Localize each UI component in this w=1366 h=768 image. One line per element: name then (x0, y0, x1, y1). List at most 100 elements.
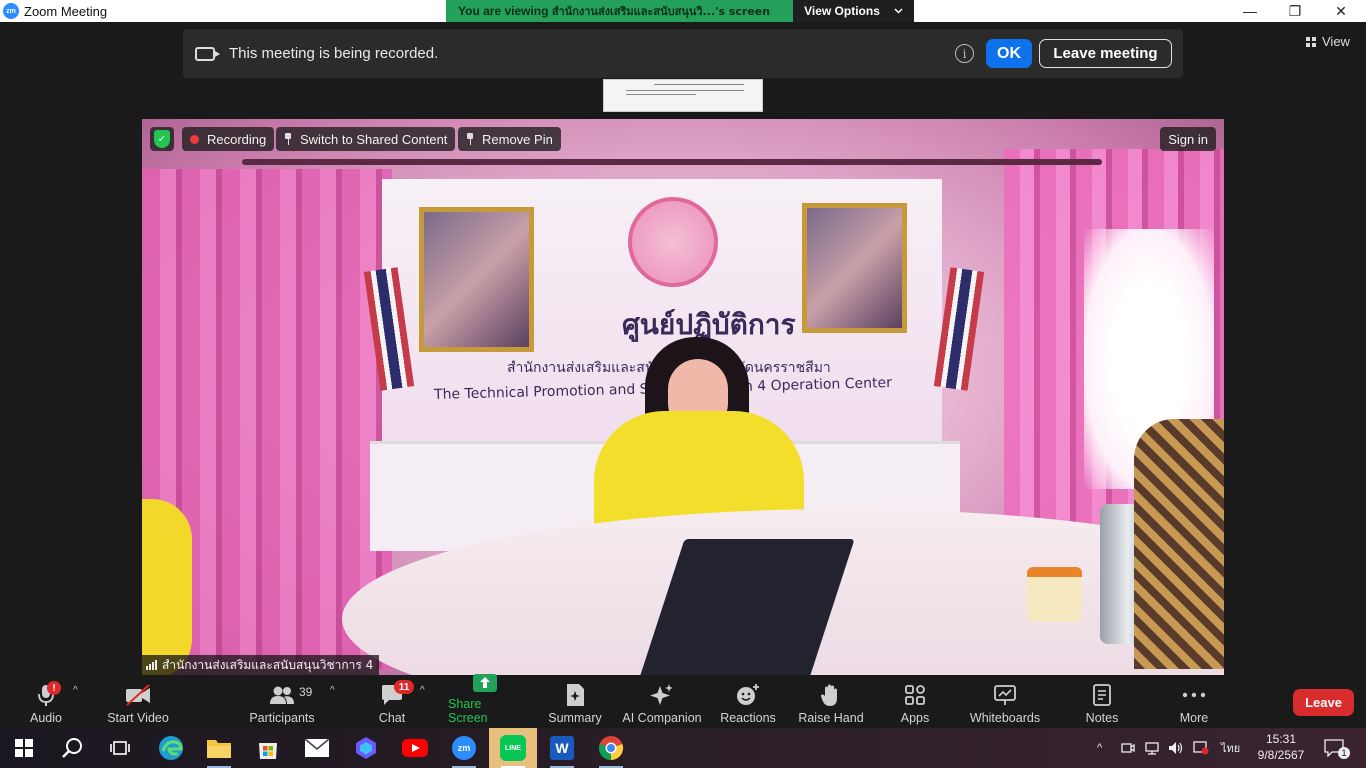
curtain-rod (242, 159, 1102, 165)
audio-button[interactable]: ! Audio (24, 679, 68, 725)
tray-webcam-icon[interactable] (1121, 728, 1135, 768)
audio-options-caret-icon[interactable]: ^ (73, 685, 78, 696)
recording-label: Recording (207, 131, 267, 147)
summary-label: Summary (548, 711, 602, 725)
notifications-icon[interactable]: 1 (1324, 728, 1350, 768)
more-label: More (1179, 711, 1209, 725)
participants-icon (270, 686, 294, 704)
recording-message: This meeting is being recorded. (229, 45, 439, 62)
notes-button[interactable]: Notes (1080, 679, 1124, 725)
recording-dot-icon (190, 134, 199, 144)
summary-icon (567, 684, 584, 706)
more-dots-icon (1182, 692, 1206, 698)
jar (1027, 567, 1082, 622)
zoom-icon[interactable]: zm (440, 728, 488, 768)
view-options-label: View Options (804, 4, 880, 18)
whiteboard-icon (994, 685, 1016, 705)
ai-companion-sparkle-icon (650, 684, 673, 705)
chat-label: Chat (378, 711, 406, 725)
mail-icon[interactable] (293, 728, 341, 768)
title-bar: zm Zoom Meeting You are viewing สำนักงาน… (0, 0, 1366, 22)
view-label: View (1322, 34, 1350, 49)
ok-button[interactable]: OK (986, 39, 1032, 68)
emblem-seal (628, 197, 718, 287)
chat-unread-badge: 11 (394, 680, 414, 694)
remove-pin-button[interactable]: Remove Pin (458, 127, 561, 151)
edge-icon[interactable] (147, 728, 195, 768)
network-icon[interactable] (1145, 728, 1161, 768)
apps-label: Apps (900, 711, 930, 725)
pinned-video[interactable]: ศูนย์ปฏิบัติการ สำนักงานส่งเสริมและสนั..… (142, 119, 1224, 675)
close-button[interactable]: ✕ (1318, 0, 1364, 22)
apps-button[interactable]: Apps (895, 679, 935, 725)
word-logo-icon: W (550, 736, 574, 760)
recording-indicator[interactable]: Recording (182, 127, 275, 151)
more-button[interactable]: More (1172, 679, 1216, 725)
chevron-down-icon (894, 8, 903, 14)
apps-icon (905, 685, 925, 705)
copilot-icon[interactable] (342, 728, 390, 768)
taskbar-clock[interactable]: 15:31 9/8/2567 (1252, 731, 1310, 763)
minimize-button[interactable]: — (1227, 0, 1273, 22)
start-video-button[interactable]: Start Video (104, 679, 172, 725)
zoom-logo-icon: zm (452, 736, 476, 760)
share-screen-button[interactable]: Share Screen (448, 674, 522, 725)
restore-button[interactable]: ❐ (1272, 0, 1318, 22)
file-explorer-icon[interactable] (195, 728, 243, 768)
portrait-left (419, 207, 534, 352)
word-icon[interactable]: W (538, 728, 586, 768)
task-view-icon[interactable] (96, 728, 144, 768)
tray-app-icon[interactable] (1193, 728, 1209, 768)
video-camera-icon (195, 46, 220, 61)
shared-screen-thumbnail[interactable] (603, 79, 763, 112)
notes-label: Notes (1085, 711, 1119, 725)
share-status-text: You are viewing สำนักงานส่งเสริมและสนับส… (446, 0, 793, 22)
clock-date: 9/8/2567 (1257, 748, 1305, 762)
participants-options-caret-icon[interactable]: ^ (330, 685, 335, 696)
summary-button[interactable]: Summary (545, 679, 605, 725)
line-logo-icon: LINE (500, 735, 526, 761)
raise-hand-label: Raise Hand (798, 711, 864, 725)
windows-taskbar: zm LINE W ^ ไทย 15:31 9/8/2567 1 (0, 728, 1366, 768)
share-screen-label: Share Screen (448, 697, 488, 725)
person-right-edge (1134, 419, 1224, 669)
pin-icon (466, 133, 474, 145)
view-button[interactable]: View (1306, 34, 1350, 49)
participants-button[interactable]: 39 Participants (248, 679, 316, 725)
grid-view-icon (1306, 36, 1316, 47)
clock-time: 15:31 (1265, 732, 1297, 746)
chat-options-caret-icon[interactable]: ^ (420, 685, 425, 696)
meeting-toolbar: ! Audio ^ Start Video 39 Participants ^ … (0, 674, 1366, 728)
reactions-button[interactable]: Reactions (718, 679, 778, 725)
portrait-right (802, 203, 907, 333)
ai-companion-button[interactable]: AI Companion (621, 679, 703, 725)
encryption-badge[interactable]: ✓ (150, 127, 174, 151)
microsoft-store-icon[interactable] (244, 728, 292, 768)
leave-meeting-button[interactable]: Leave meeting (1039, 39, 1172, 68)
switch-to-shared-content-button[interactable]: Switch to Shared Content (276, 127, 456, 151)
video-off-icon (126, 684, 150, 706)
raise-hand-button[interactable]: Raise Hand (797, 679, 865, 725)
reactions-label: Reactions (720, 711, 776, 725)
line-icon[interactable]: LINE (489, 728, 537, 768)
chat-button[interactable]: 11 Chat (372, 679, 414, 725)
youtube-icon[interactable] (391, 728, 439, 768)
view-options-button[interactable]: View Options (793, 0, 914, 22)
info-icon[interactable]: i (955, 44, 974, 63)
leave-button[interactable]: Leave (1293, 689, 1354, 716)
tray-chevron-icon[interactable]: ^ (1097, 728, 1102, 768)
switch-shared-label: Switch to Shared Content (300, 131, 448, 147)
participant-name: สำนักงานส่งเสริมและสนับสนุนวิชาการ 4 (162, 657, 374, 672)
screen-share-banner: You are viewing สำนักงานส่งเสริมและสนับส… (446, 0, 914, 22)
notification-count: 1 (1338, 747, 1350, 759)
input-language-indicator[interactable]: ไทย (1221, 728, 1240, 768)
participants-label: Participants (249, 711, 315, 725)
volume-icon[interactable] (1168, 728, 1184, 768)
sign-in-button[interactable]: Sign in (1160, 127, 1216, 151)
start-icon[interactable] (0, 728, 48, 768)
whiteboards-button[interactable]: Whiteboards (967, 679, 1043, 725)
audio-alert-badge: ! (47, 681, 61, 695)
pin-icon (284, 133, 292, 145)
search-icon[interactable] (48, 728, 96, 768)
chrome-icon[interactable] (587, 728, 635, 768)
